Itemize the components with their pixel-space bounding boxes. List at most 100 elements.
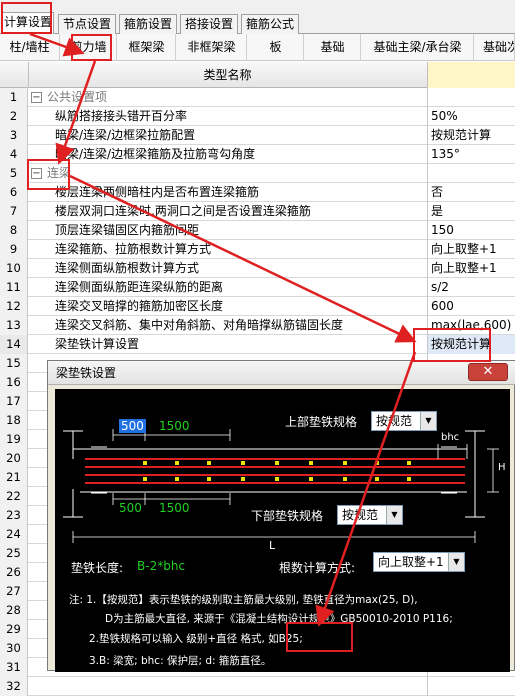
row-name: 连梁交叉斜筋、集中对角斜筋、对角暗撑纵筋锚固长度 <box>55 318 344 332</box>
row-number: 13 <box>0 316 28 335</box>
component-shear-wall[interactable]: 剪力墙 <box>61 34 117 61</box>
row-number: 31 <box>0 658 28 677</box>
row-value[interactable]: 600 <box>427 297 515 316</box>
table-row[interactable]: 14 梁垫铁计算设置 按规范计算 <box>0 335 515 354</box>
shim-length-label: 垫铁长度: <box>71 561 124 575</box>
row-value[interactable] <box>427 164 515 183</box>
table-row[interactable]: 8 顶层连梁锚固区内箍筋间距 150 <box>0 221 515 240</box>
height-label: H <box>498 462 506 473</box>
row-number: 19 <box>0 430 28 449</box>
row-value[interactable] <box>427 88 515 107</box>
table-row[interactable]: 10 连梁侧面纵筋根数计算方式 向上取整+1 <box>0 259 515 278</box>
tab-calc-settings[interactable]: 计算设置 <box>2 12 54 35</box>
dim-500-top: 500 <box>119 419 146 433</box>
note-line-1b: D为主筋最大直径, 来源于《混凝土结构设计规范》GB50010-2010 P11… <box>105 613 453 625</box>
tab-lap-settings[interactable]: 搭接设置 <box>180 14 238 34</box>
component-toolbar: 柱/墙柱 剪力墙 框架梁 非框架梁 板 基础 基础主梁/承台梁 基础次 <box>0 34 515 61</box>
row-value[interactable]: 50% <box>427 107 515 126</box>
column-header-type-name: 类型名称 <box>28 62 426 88</box>
row-number: 20 <box>0 449 28 468</box>
row-number: 27 <box>0 582 28 601</box>
collapse-icon[interactable]: − <box>31 168 42 179</box>
tab-stirrup-settings[interactable]: 箍筋设置 <box>119 14 177 34</box>
tab-stirrup-formula[interactable]: 箍筋公式 <box>241 14 299 34</box>
collapse-icon[interactable]: − <box>31 92 42 103</box>
chevron-down-icon[interactable]: ▼ <box>420 412 436 430</box>
row-number: 10 <box>0 259 28 278</box>
table-row[interactable]: 12 连梁交叉暗撑的箍筋加密区长度 600 <box>0 297 515 316</box>
component-foundation[interactable]: 基础 <box>305 34 361 61</box>
shim-length-value: B-2*bhc <box>137 559 186 573</box>
table-row[interactable]: 5− 连梁 <box>0 164 515 183</box>
component-foundation-main-beam[interactable]: 基础主梁/承台梁 <box>362 34 474 61</box>
length-L-label: L <box>269 539 276 552</box>
table-row[interactable]: 32 <box>0 677 515 696</box>
close-icon[interactable]: ✕ <box>468 363 508 381</box>
upper-shim-spec-select[interactable]: 按规范 ▼ <box>371 411 437 431</box>
row-number: 2 <box>0 107 28 126</box>
row-number: 1 <box>0 88 28 107</box>
upper-shim-spec-label: 上部垫铁规格 <box>285 415 358 429</box>
row-name: 楼层连梁两侧暗柱内是否布置连梁箍筋 <box>55 185 260 199</box>
row-value[interactable]: 是 <box>427 202 515 221</box>
row-value[interactable]: 150 <box>427 221 515 240</box>
row-number: 25 <box>0 544 28 563</box>
row-value[interactable]: max(lae,600) <box>427 316 515 335</box>
table-row[interactable]: 1− 公共设置项 <box>0 88 515 107</box>
row-number: 5 <box>0 164 28 183</box>
row-number: 26 <box>0 563 28 582</box>
dim-500-bottom: 500 <box>119 501 142 515</box>
row-name: 梁垫铁计算设置 <box>55 337 140 351</box>
table-row[interactable]: 4 暗梁/连梁/边框梁箍筋及拉筋弯勾角度 135° <box>0 145 515 164</box>
table-row[interactable]: 3 暗梁/连梁/边框梁拉筋配置 按规范计算 <box>0 126 515 145</box>
row-value[interactable]: 按规范计算 <box>427 126 515 145</box>
component-non-frame-beam[interactable]: 非框架梁 <box>177 34 247 61</box>
row-name: 暗梁/连梁/边框梁箍筋及拉筋弯勾角度 <box>55 147 256 161</box>
row-number: 14 <box>0 335 28 354</box>
lower-shim-spec-label: 下部垫铁规格 <box>251 509 324 523</box>
table-row[interactable]: 2 纵筋搭接接头错开百分率 50% <box>0 107 515 126</box>
row-value[interactable]: 按规范计算 <box>427 335 515 354</box>
settings-tab-bar: 计算设置 节点设置 箍筋设置 搭接设置 箍筋公式 <box>0 0 515 35</box>
grid-header: 类型名称 <box>0 62 515 88</box>
component-foundation-secondary[interactable]: 基础次 <box>475 34 515 61</box>
table-row[interactable]: 13 连梁交叉斜筋、集中对角斜筋、对角暗撑纵筋锚固长度 max(lae,600) <box>0 316 515 335</box>
note-line-3: 3.B: 梁宽; bhc: 保护层; d: 箍筋直径。 <box>89 655 272 667</box>
component-column-wall-column[interactable]: 柱/墙柱 <box>0 34 60 61</box>
row-value[interactable]: 否 <box>427 183 515 202</box>
row-value[interactable]: 向上取整+1 <box>427 240 515 259</box>
row-value[interactable]: 135° <box>427 145 515 164</box>
row-number: 16 <box>0 373 28 392</box>
count-method-value: 向上取整+1 <box>378 555 444 569</box>
chevron-down-icon[interactable]: ▼ <box>448 553 464 571</box>
row-number: 30 <box>0 639 28 658</box>
upper-shim-spec-value: 按规范 <box>376 414 413 428</box>
row-number: 32 <box>0 677 28 696</box>
row-number: 21 <box>0 468 28 487</box>
table-row[interactable]: 9 连梁箍筋、拉筋根数计算方式 向上取整+1 <box>0 240 515 259</box>
table-row[interactable]: 7 楼层双洞口连梁时,两洞口之间是否设置连梁箍筋 是 <box>0 202 515 221</box>
row-number: 3 <box>0 126 28 145</box>
row-value[interactable]: 向上取整+1 <box>427 259 515 278</box>
note-line-1: 注: 1.【按规范】表示垫铁的级别取主筋最大级别, 垫铁直径为max(25, D… <box>69 594 418 606</box>
row-number: 7 <box>0 202 28 221</box>
row-name: 公共设置项 <box>47 90 108 104</box>
row-number: 9 <box>0 240 28 259</box>
count-method-select[interactable]: 向上取整+1 ▼ <box>373 552 465 572</box>
count-method-label: 根数计算方式: <box>279 561 356 575</box>
chevron-down-icon[interactable]: ▼ <box>386 506 402 524</box>
row-value[interactable]: s/2 <box>427 278 515 297</box>
tab-node-settings[interactable]: 节点设置 <box>58 14 116 34</box>
lower-shim-spec-value: 按规范 <box>342 508 379 522</box>
table-row[interactable]: 11 连梁侧面纵筋距连梁纵筋的距离 s/2 <box>0 278 515 297</box>
row-value[interactable] <box>427 677 515 696</box>
row-number: 18 <box>0 411 28 430</box>
note-line-2: 2.垫铁规格可以输入 级别+直径 格式, 如B25; <box>89 633 303 645</box>
component-slab[interactable]: 板 <box>248 34 304 61</box>
component-frame-beam[interactable]: 框架梁 <box>118 34 176 61</box>
row-name: 连梁交叉暗撑的箍筋加密区长度 <box>55 299 224 313</box>
table-row[interactable]: 6 楼层连梁两侧暗柱内是否布置连梁箍筋 否 <box>0 183 515 202</box>
lower-shim-spec-select[interactable]: 按规范 ▼ <box>337 505 403 525</box>
dialog-body: 500 1500 500 1500 bhc H L 上部垫铁规格 按规范 ▼ 下… <box>55 389 510 672</box>
row-number: 29 <box>0 620 28 639</box>
